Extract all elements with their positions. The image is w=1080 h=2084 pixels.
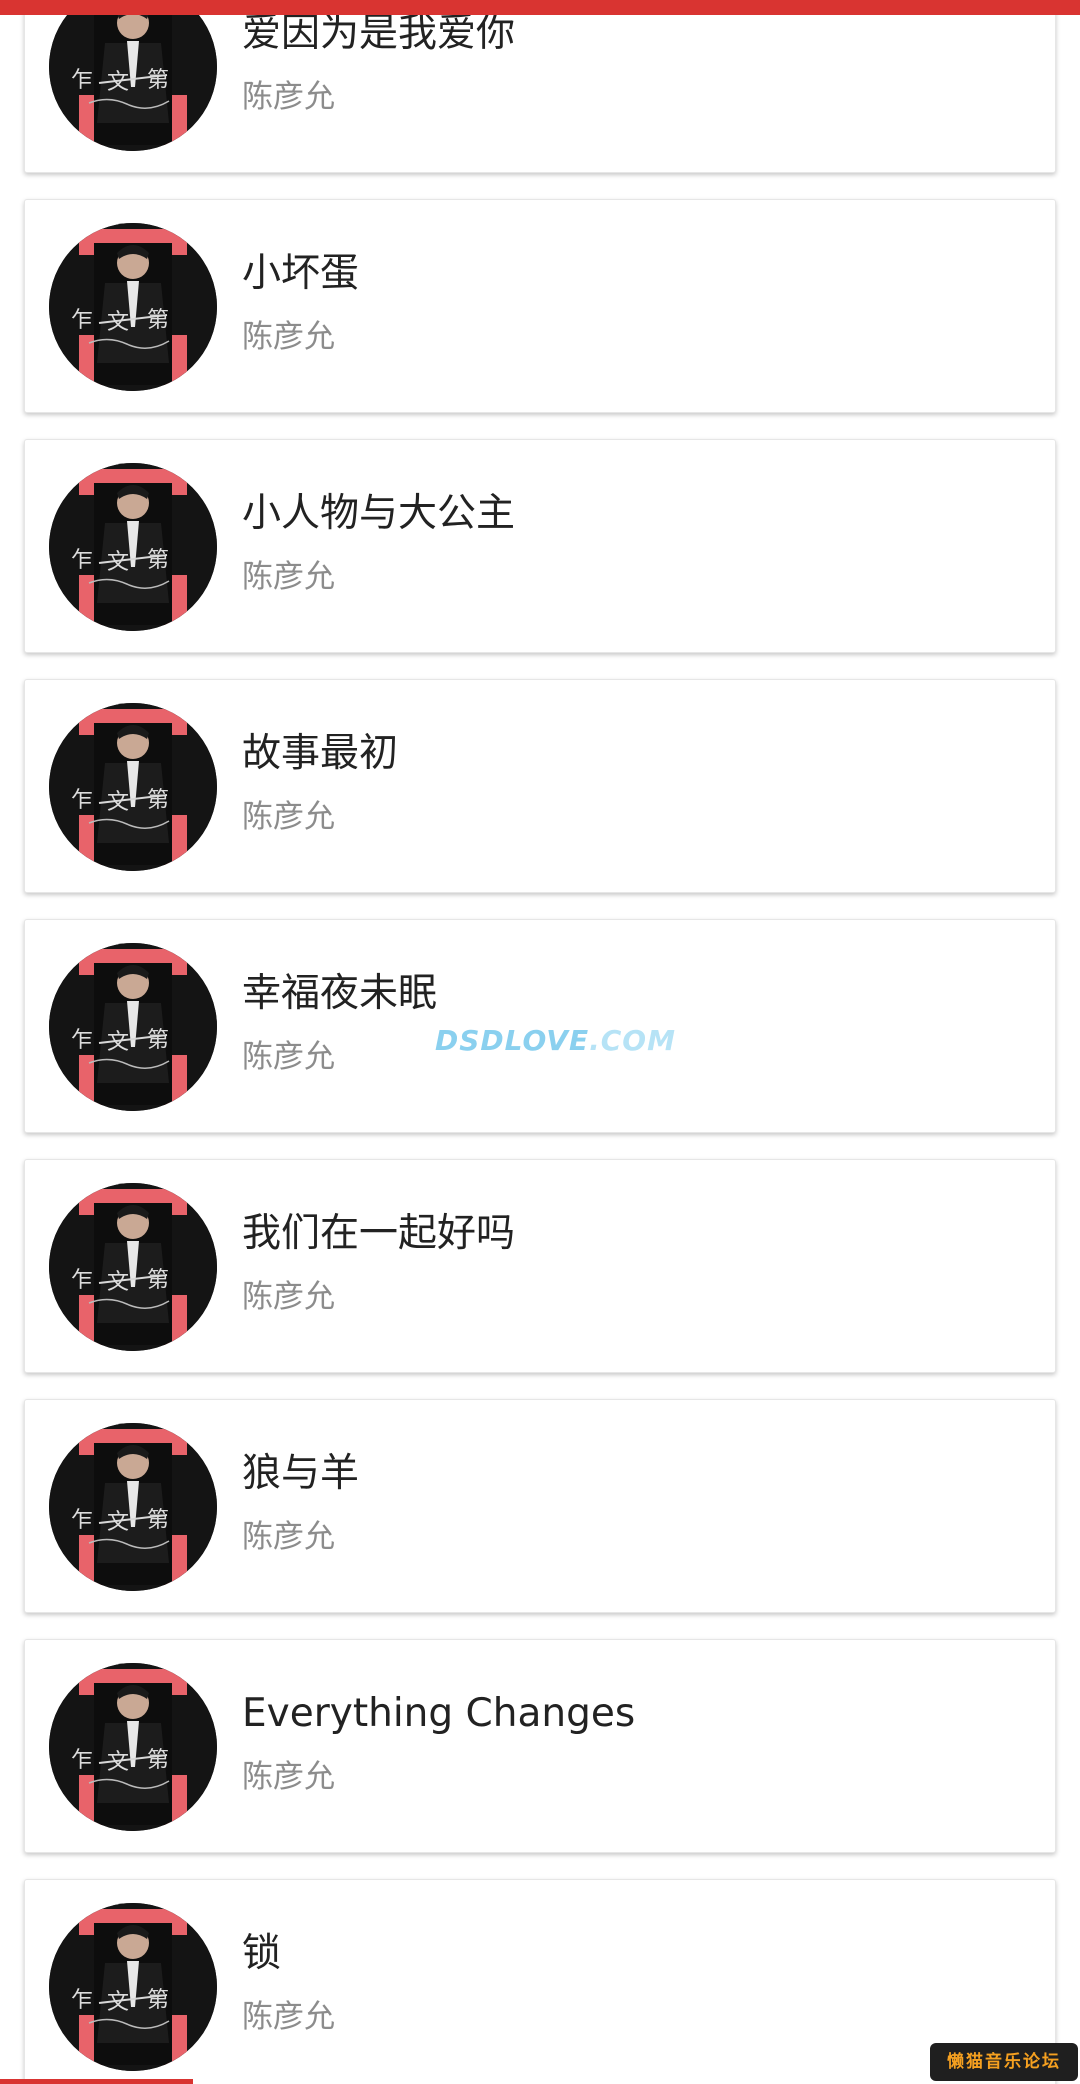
song-artist: 陈彦允 bbox=[242, 559, 335, 595]
song-artist: 陈彦允 bbox=[242, 1039, 335, 1075]
album-cover-image: 乍 文 第 bbox=[49, 1903, 217, 2071]
album-cover-image: 乍 文 第 bbox=[49, 463, 217, 631]
song-card[interactable]: 乍 文 第 小人物与大公主 陈彦允 bbox=[24, 439, 1056, 653]
song-title: Everything Changes bbox=[242, 1691, 636, 1736]
song-card[interactable]: 乍 文 第 小坏蛋 陈彦允 bbox=[24, 199, 1056, 413]
song-artist: 陈彦允 bbox=[242, 79, 335, 115]
song-title: 故事最初 bbox=[242, 731, 399, 776]
svg-text:第: 第 bbox=[147, 1268, 169, 1293]
song-card[interactable]: 乍 文 第 爱因为是我爱你 陈彦允 bbox=[24, 0, 1056, 173]
album-cover-image: 乍 文 第 bbox=[49, 0, 217, 151]
app-top-bar bbox=[0, 0, 1080, 15]
svg-text:第: 第 bbox=[147, 548, 169, 573]
album-cover-image: 乍 文 第 bbox=[49, 1423, 217, 1591]
song-title: 爱因为是我爱你 bbox=[242, 11, 516, 56]
song-card[interactable]: 乍 文 第 狼与羊 陈彦允 bbox=[24, 1399, 1056, 1613]
album-cover-image: 乍 文 第 bbox=[49, 1183, 217, 1351]
watermark-text: DSDLOVE.COM bbox=[435, 1024, 676, 1057]
song-title: 狼与羊 bbox=[242, 1451, 360, 1496]
album-cover-image: 乍 文 第 bbox=[49, 943, 217, 1111]
watermark-main: DSDLOVE bbox=[435, 1024, 590, 1057]
svg-text:第: 第 bbox=[147, 1988, 169, 2013]
song-artist: 陈彦允 bbox=[242, 319, 335, 355]
song-title: 幸福夜未眠 bbox=[242, 971, 438, 1016]
album-cover-image: 乍 文 第 bbox=[49, 223, 217, 391]
svg-text:乍: 乍 bbox=[71, 308, 93, 333]
song-card[interactable]: 乍 文 第 我们在一起好吗 陈彦允 bbox=[24, 1159, 1056, 1373]
song-artist: 陈彦允 bbox=[242, 1279, 335, 1315]
song-title: 锁 bbox=[242, 1931, 282, 1976]
song-artist: 陈彦允 bbox=[242, 1519, 335, 1555]
svg-text:文: 文 bbox=[107, 790, 129, 815]
svg-text:文: 文 bbox=[107, 70, 129, 95]
svg-text:第: 第 bbox=[147, 1028, 169, 1053]
song-list-page: 乍 文 第 爱因为是我爱你 陈彦允 乍 文 第 小坏蛋 陈彦允 乍 文 第 小人… bbox=[0, 0, 1080, 2084]
svg-text:乍: 乍 bbox=[71, 1028, 93, 1053]
song-artist: 陈彦允 bbox=[242, 1999, 335, 2035]
song-title: 小坏蛋 bbox=[242, 251, 360, 296]
svg-text:文: 文 bbox=[107, 310, 129, 335]
song-card[interactable]: 乍 文 第 故事最初 陈彦允 bbox=[24, 679, 1056, 893]
song-artist: 陈彦允 bbox=[242, 799, 335, 835]
svg-text:乍: 乍 bbox=[71, 68, 93, 93]
svg-text:文: 文 bbox=[107, 1510, 129, 1535]
watermark-suffix: .COM bbox=[589, 1024, 676, 1057]
svg-text:第: 第 bbox=[147, 68, 169, 93]
playback-progress-bar bbox=[0, 2079, 193, 2084]
song-card[interactable]: 乍 文 第 Everything Changes 陈彦允 bbox=[24, 1639, 1056, 1853]
svg-text:乍: 乍 bbox=[71, 788, 93, 813]
svg-text:文: 文 bbox=[107, 1030, 129, 1055]
svg-text:第: 第 bbox=[147, 1508, 169, 1533]
svg-text:文: 文 bbox=[107, 550, 129, 575]
song-title: 我们在一起好吗 bbox=[242, 1211, 516, 1256]
svg-text:乍: 乍 bbox=[71, 1268, 93, 1293]
svg-text:第: 第 bbox=[147, 788, 169, 813]
song-card[interactable]: 乍 文 第 锁 陈彦允 bbox=[24, 1879, 1056, 2084]
album-cover-image: 乍 文 第 bbox=[49, 703, 217, 871]
svg-text:文: 文 bbox=[107, 1270, 129, 1295]
svg-text:文: 文 bbox=[107, 1750, 129, 1775]
forum-badge: 懒猫音乐论坛 bbox=[930, 2043, 1078, 2081]
svg-text:乍: 乍 bbox=[71, 1508, 93, 1533]
album-cover-image: 乍 文 第 bbox=[49, 1663, 217, 1831]
song-artist: 陈彦允 bbox=[242, 1759, 335, 1795]
svg-text:乍: 乍 bbox=[71, 1988, 93, 2013]
svg-text:文: 文 bbox=[107, 1990, 129, 2015]
svg-text:乍: 乍 bbox=[71, 1748, 93, 1773]
svg-text:乍: 乍 bbox=[71, 548, 93, 573]
svg-text:第: 第 bbox=[147, 308, 169, 333]
svg-text:第: 第 bbox=[147, 1748, 169, 1773]
song-title: 小人物与大公主 bbox=[242, 491, 516, 536]
